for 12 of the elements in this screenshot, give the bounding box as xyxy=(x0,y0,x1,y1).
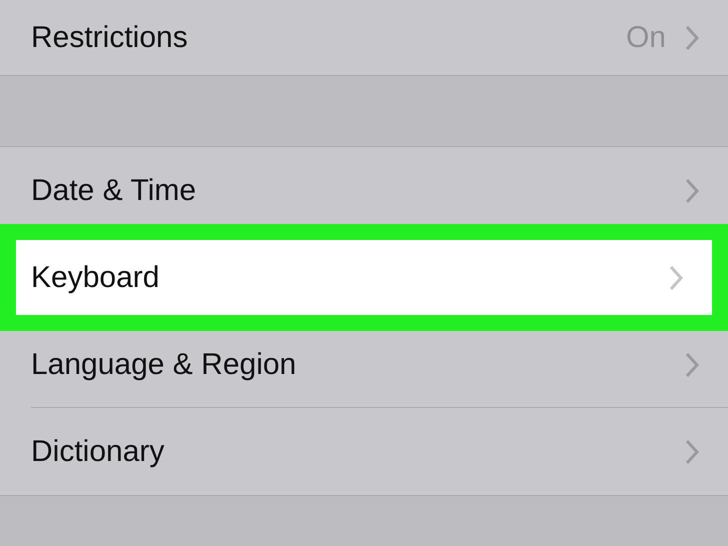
chevron-icon xyxy=(684,24,700,52)
row-value: On xyxy=(626,20,666,54)
chevron-icon xyxy=(684,438,700,466)
row-label: Date & Time xyxy=(31,174,198,208)
chevron-icon xyxy=(684,350,700,378)
row-label: Dictionary xyxy=(31,434,166,468)
selected-settings-row[interactable]: Keyboard xyxy=(16,240,712,315)
chevron-icon xyxy=(668,264,684,292)
row-label: Restrictions xyxy=(31,20,189,54)
row-label: Keyboard xyxy=(31,260,160,294)
chevron-icon xyxy=(684,176,700,204)
row-label: Language & Region xyxy=(31,348,298,382)
